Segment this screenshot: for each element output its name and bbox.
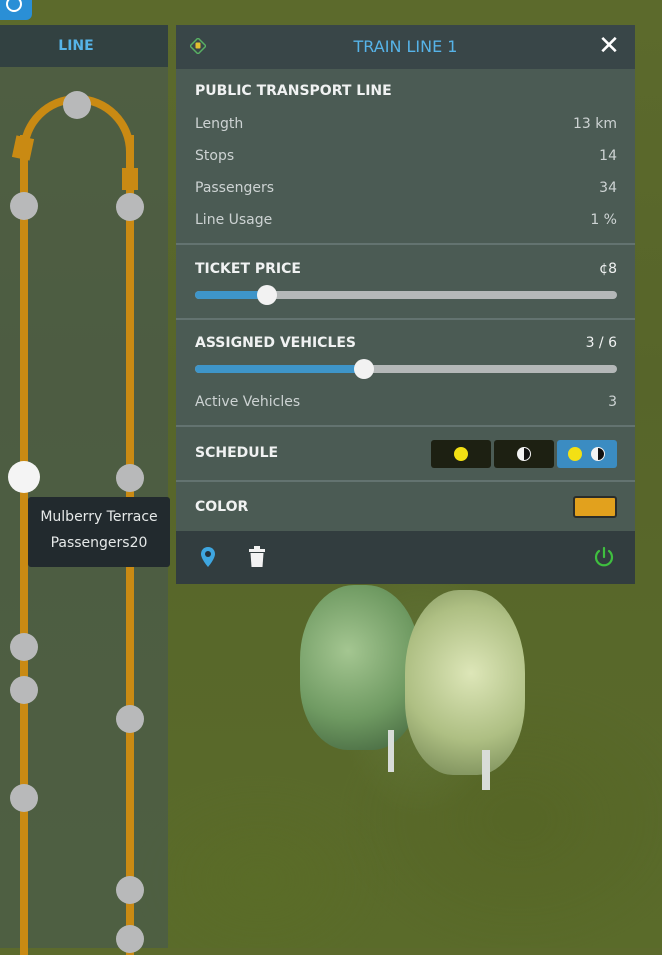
divider [176, 318, 635, 320]
line-panel: LINE [0, 25, 168, 955]
stat-usage-label: Line Usage [195, 212, 273, 228]
stop-tooltip: Mulberry Terrace Passengers20 [28, 497, 170, 567]
location-pin-icon[interactable] [200, 546, 216, 568]
half-moon-icon [517, 447, 531, 461]
half-moon-icon [591, 447, 605, 461]
line-stop[interactable] [116, 925, 144, 953]
panel-title: TRAIN LINE 1 [353, 37, 458, 56]
tree [405, 590, 525, 775]
assigned-vehicles-slider[interactable] [195, 359, 617, 379]
active-vehicles-value: 3 [608, 394, 617, 410]
slider-knob[interactable] [353, 359, 374, 379]
line-stop[interactable] [10, 633, 38, 661]
line-stop[interactable] [10, 676, 38, 704]
line-stop[interactable] [63, 91, 91, 119]
tooltip-stop-name: Mulberry Terrace [40, 509, 158, 525]
color-label: COLOR [195, 499, 249, 515]
app-logo-icon[interactable] [0, 0, 32, 20]
trash-icon[interactable] [248, 546, 266, 568]
tree-trunk [482, 750, 490, 790]
active-vehicles-label: Active Vehicles [195, 394, 301, 410]
schedule-day-night-button[interactable] [557, 440, 617, 468]
slider-fill [195, 365, 364, 373]
schedule-day-button[interactable] [431, 440, 491, 468]
section-title: PUBLIC TRANSPORT LINE [195, 83, 392, 99]
line-stop[interactable] [116, 876, 144, 904]
tooltip-passengers: Passengers20 [28, 535, 170, 551]
line-stop[interactable] [116, 193, 144, 221]
slider-fill [195, 291, 267, 299]
assigned-vehicles-label: ASSIGNED VEHICLES [195, 335, 357, 351]
line-info-panel: TRAIN LINE 1 ✕ PUBLIC TRANSPORT LINE Len… [176, 25, 635, 584]
assigned-vehicles-value: 3 / 6 [585, 335, 617, 351]
line-stop[interactable] [116, 705, 144, 733]
line-panel-title: LINE [58, 38, 94, 54]
ticket-price-value: ¢8 [599, 261, 617, 277]
line-stop[interactable] [116, 464, 144, 492]
tooltip-passengers-value: 20 [129, 535, 148, 551]
line-stop-selected[interactable] [8, 461, 40, 493]
tooltip-passengers-label: Passengers [50, 535, 130, 551]
color-swatch[interactable] [573, 496, 617, 518]
stat-length-label: Length [195, 116, 244, 132]
line-stop[interactable] [10, 192, 38, 220]
line-panel-header: LINE [0, 25, 168, 67]
ticket-price-label: TICKET PRICE [195, 261, 301, 277]
divider [176, 425, 635, 427]
schedule-night-button[interactable] [494, 440, 554, 468]
stat-length-value: 13 km [572, 116, 617, 132]
slider-knob[interactable] [256, 285, 277, 305]
stat-stops-value: 14 [599, 148, 617, 164]
line-terminal [122, 168, 138, 190]
line-track-left [20, 135, 28, 955]
sun-icon [568, 447, 582, 461]
tree [300, 585, 420, 750]
divider [176, 480, 635, 482]
schedule-label: SCHEDULE [195, 445, 279, 461]
stat-usage-value: 1 % [590, 212, 617, 228]
line-stop[interactable] [10, 784, 38, 812]
stat-passengers-label: Passengers [195, 180, 275, 196]
ticket-price-slider[interactable] [195, 285, 617, 305]
panel-footer [176, 531, 635, 584]
panel-header: TRAIN LINE 1 ✕ [176, 25, 635, 69]
stat-stops-label: Stops [195, 148, 235, 164]
stat-passengers-value: 34 [599, 180, 617, 196]
tree-trunk [388, 730, 394, 772]
sun-icon [454, 447, 468, 461]
close-icon[interactable]: ✕ [597, 33, 621, 59]
power-icon[interactable] [593, 546, 615, 568]
divider [176, 243, 635, 245]
